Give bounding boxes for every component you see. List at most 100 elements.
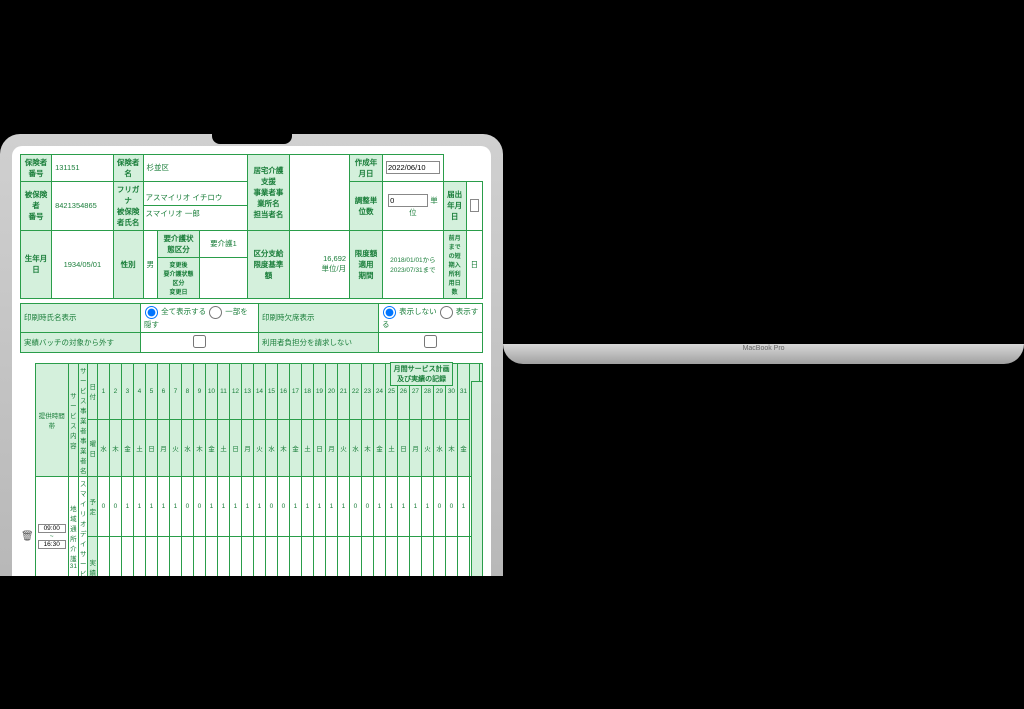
input-time-to[interactable] <box>38 540 66 549</box>
actual-cell[interactable] <box>421 537 433 576</box>
actual-cell[interactable] <box>109 537 121 576</box>
actual-cell[interactable] <box>457 537 469 576</box>
chk-exclude-batch[interactable] <box>193 335 206 348</box>
plan-cell[interactable]: 0 <box>109 476 121 537</box>
actual-cell[interactable] <box>133 537 145 576</box>
plan-cell[interactable]: 1 <box>157 476 169 537</box>
plan-cell[interactable]: 1 <box>133 476 145 537</box>
actual-cell[interactable] <box>169 537 181 576</box>
radio-no-show[interactable]: 表示しない <box>382 307 437 316</box>
lbl-support-biz: 居宅介護支援 事業者事業所名 担当者名 <box>247 154 289 230</box>
val-furigana: アスマイリオ イチロウ <box>144 190 247 206</box>
plan-cell[interactable]: 1 <box>145 476 157 537</box>
val-support-biz <box>289 154 349 230</box>
plan-cell[interactable]: 1 <box>169 476 181 537</box>
plan-cell[interactable]: 0 <box>97 476 109 537</box>
plan-cell[interactable]: 0 <box>181 476 193 537</box>
plan-cell[interactable]: 1 <box>397 476 409 537</box>
plan-cell[interactable]: 1 <box>457 476 469 537</box>
actual-cell[interactable] <box>265 537 277 576</box>
schedule-title: 月間サービス計画及び実績の記録 <box>390 362 453 386</box>
actual-cell[interactable] <box>325 537 337 576</box>
plan-cell[interactable]: 1 <box>121 476 133 537</box>
plan-cell[interactable]: 1 <box>337 476 349 537</box>
actual-cell[interactable] <box>373 537 385 576</box>
lbl-insurer-name: 保険者名 <box>113 154 143 181</box>
actual-cell[interactable] <box>121 537 133 576</box>
plan-cell[interactable]: 1 <box>409 476 421 537</box>
actual-cell[interactable] <box>337 537 349 576</box>
header-table: 保険者 番号 131151 保険者名 杉並区 居宅介護支援 事業者事業所名 担当… <box>20 154 483 299</box>
lbl-change: 変更後 要介護状態区分 変更日 <box>158 257 200 298</box>
input-time-from[interactable] <box>38 524 66 533</box>
actual-cell[interactable] <box>385 537 397 576</box>
actual-cell[interactable] <box>157 537 169 576</box>
actual-cell[interactable] <box>97 537 109 576</box>
lbl-exclude-user: 利用者負担分を請求しない <box>259 332 379 352</box>
plan-cell[interactable]: 1 <box>253 476 265 537</box>
plan-cell[interactable]: 1 <box>289 476 301 537</box>
trash-icon[interactable]: 🗑 <box>21 531 34 542</box>
plan-cell[interactable]: 1 <box>313 476 325 537</box>
plan-cell[interactable]: 1 <box>301 476 313 537</box>
lbl-submit-date: 届出年月日 <box>443 181 466 230</box>
val-prev: 日 <box>466 230 483 298</box>
lbl-print-name: 印刷時氏名表示 <box>21 303 141 332</box>
options-table: 印刷時氏名表示 全て表示する 一部を隠す 印刷時欠席表示 表示しない 表示する … <box>20 303 483 353</box>
actual-cell[interactable] <box>301 537 313 576</box>
plan-cell[interactable]: 1 <box>373 476 385 537</box>
actual-cell[interactable] <box>409 537 421 576</box>
lbl-furigana: フリガナ 被保険者氏名 <box>113 181 143 230</box>
val-period: 2018/01/01から 2023/07/31まで <box>382 230 443 298</box>
radio-show-all[interactable]: 全て表示する <box>144 307 206 316</box>
lbl-care-level: 要介護状態区分 <box>158 230 200 257</box>
actual-cell[interactable] <box>253 537 265 576</box>
plan-cell[interactable]: 0 <box>445 476 457 537</box>
plan-cell[interactable]: 0 <box>193 476 205 537</box>
plan-cell[interactable]: 1 <box>229 476 241 537</box>
plan-cell[interactable]: 1 <box>241 476 253 537</box>
actual-cell[interactable] <box>445 537 457 576</box>
val-provider: スマイリオ デイサー ビスⅠ <box>78 476 88 576</box>
actual-cell[interactable] <box>217 537 229 576</box>
plan-cell[interactable]: 0 <box>349 476 361 537</box>
notch <box>212 134 292 144</box>
lbl-creation-date: 作成年月日 <box>350 154 383 181</box>
device-label: MacBook Pro <box>743 345 785 352</box>
actual-cell[interactable] <box>193 537 205 576</box>
input-adj-unit[interactable] <box>388 194 428 207</box>
actual-cell[interactable] <box>349 537 361 576</box>
laptop-base: MacBook Pro <box>503 344 1024 364</box>
chk-exclude-user[interactable] <box>424 335 437 348</box>
val-insured-no: 8421354865 <box>52 181 114 230</box>
plan-cell[interactable]: 0 <box>265 476 277 537</box>
plan-cell[interactable]: 1 <box>325 476 337 537</box>
plan-cell[interactable]: 0 <box>433 476 445 537</box>
actual-cell[interactable] <box>241 537 253 576</box>
actual-cell[interactable] <box>361 537 373 576</box>
val-limit: 16,692 単位/月 <box>289 230 349 298</box>
actual-cell[interactable] <box>145 537 157 576</box>
plan-cell[interactable]: 1 <box>421 476 433 537</box>
ribbon-accent <box>471 381 483 576</box>
actual-cell[interactable] <box>289 537 301 576</box>
schedule-table: 提供時間帯サービス内容サービス 事業者 事業者名日付12345678910111… <box>20 363 483 576</box>
laptop-frame: 保険者 番号 131151 保険者名 杉並区 居宅介護支援 事業者事業所名 担当… <box>0 134 503 576</box>
plan-cell[interactable]: 1 <box>205 476 217 537</box>
actual-cell[interactable] <box>313 537 325 576</box>
val-service: 地域通所介護31 <box>68 476 78 576</box>
actual-cell[interactable] <box>433 537 445 576</box>
val-insurer-no: 131151 <box>52 154 114 181</box>
actual-cell[interactable] <box>205 537 217 576</box>
plan-cell[interactable]: 1 <box>385 476 397 537</box>
plan-cell[interactable]: 1 <box>217 476 229 537</box>
actual-cell[interactable] <box>277 537 289 576</box>
actual-cell[interactable] <box>229 537 241 576</box>
lbl-insurer-no: 保険者 番号 <box>21 154 52 181</box>
input-creation-date[interactable] <box>386 161 440 174</box>
actual-cell[interactable] <box>397 537 409 576</box>
actual-cell[interactable] <box>181 537 193 576</box>
plan-cell[interactable]: 0 <box>361 476 373 537</box>
input-submit-date[interactable] <box>470 199 480 212</box>
plan-cell[interactable]: 0 <box>277 476 289 537</box>
